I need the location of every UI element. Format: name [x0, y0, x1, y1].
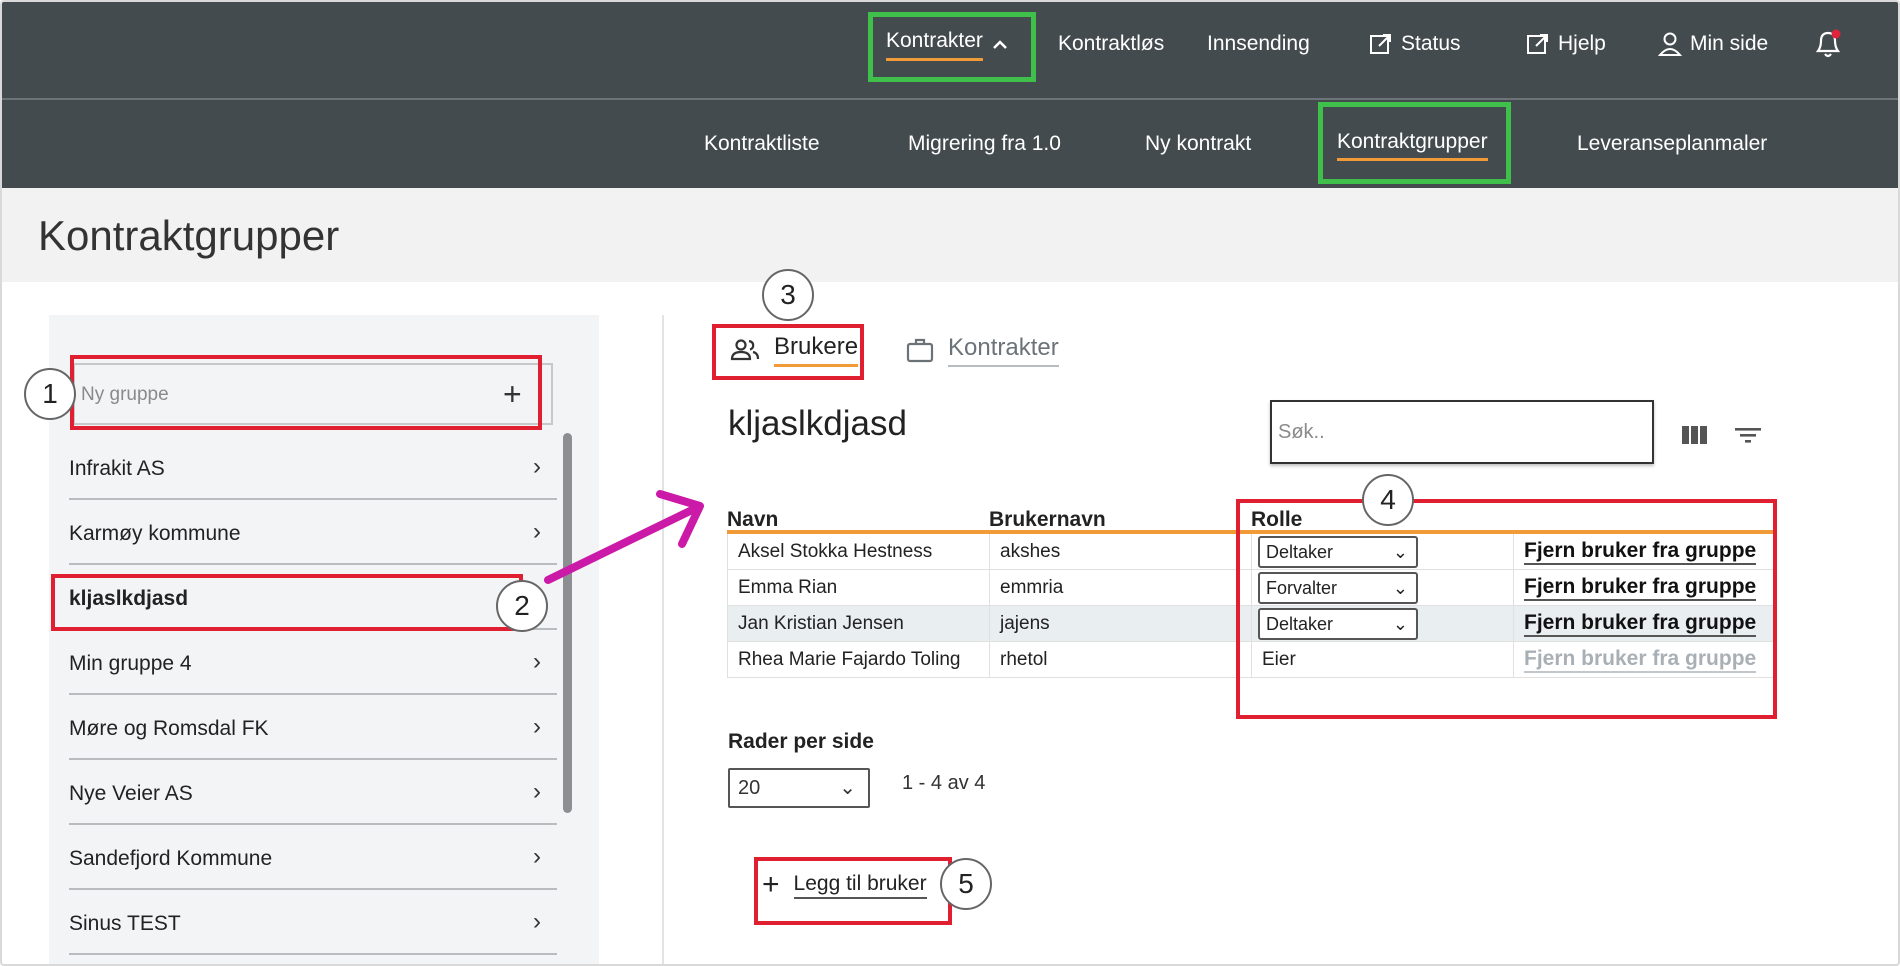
filter-icon[interactable]	[1733, 422, 1763, 448]
group-item[interactable]: Møre og Romsdal FK ›	[69, 695, 557, 760]
search-field	[1270, 400, 1654, 464]
nav-innsending[interactable]: Innsending	[1207, 26, 1310, 62]
cell-username: akshes	[989, 534, 1251, 570]
chevron-right-icon: ›	[533, 713, 541, 740]
group-item[interactable]: Sinus TEST ›	[69, 890, 557, 955]
nav-hjelp-label: Hjelp	[1558, 32, 1606, 55]
columns-icon[interactable]	[1680, 422, 1710, 448]
sub-navigation: Kontraktliste Migrering fra 1.0 Ny kontr…	[2, 100, 1898, 188]
group-item[interactable]: Infrakit AS ›	[69, 435, 557, 500]
bell-icon	[1815, 29, 1841, 58]
page-title: Kontraktgrupper	[38, 212, 340, 259]
group-title: kljaslkdjasd	[728, 404, 907, 443]
highlight-kontraktgrupper	[1318, 102, 1511, 184]
subnav-migrering[interactable]: Migrering fra 1.0	[908, 128, 1061, 160]
group-item-label: Min gruppe 4	[69, 652, 192, 675]
chevron-right-icon: ›	[533, 648, 541, 675]
nav-status-label: Status	[1401, 32, 1461, 55]
cell-username: jajens	[989, 606, 1251, 642]
subnav-leveranseplanmaler[interactable]: Leveranseplanmaler	[1577, 128, 1767, 160]
group-item-label: Sandefjord Kommune	[69, 847, 273, 870]
group-item-label: Infrakit AS	[69, 457, 165, 480]
page-header: Kontraktgrupper	[2, 188, 1898, 282]
tab-kontrakter[interactable]: Kontrakter	[906, 330, 1059, 370]
group-item-label: Nye Veier AS	[69, 782, 193, 805]
chevron-down-icon: ⌄	[839, 777, 856, 799]
pagination-range: 1 - 4 av 4	[902, 772, 986, 794]
highlight-add-user	[754, 857, 952, 925]
annotation-badge-1: 1	[24, 368, 76, 420]
nav-kontraktlos-label: Kontraktløs	[1058, 32, 1165, 55]
group-item[interactable]: Min gruppe 4 ›	[69, 630, 557, 695]
nav-min-side-label: Min side	[1690, 32, 1769, 55]
annotation-badge-3: 3	[762, 269, 814, 321]
app-frame: Kontrakter Kontraktløs Innsending Status…	[0, 0, 1900, 966]
chevron-right-icon: ›	[533, 778, 541, 805]
group-item[interactable]: Karmøy kommune ›	[69, 500, 557, 565]
group-item[interactable]: Sandefjord Kommune ›	[69, 825, 557, 890]
group-item-label: Sinus TEST	[69, 912, 181, 935]
chevron-right-icon: ›	[533, 843, 541, 870]
cell-name: Aksel Stokka Hestness	[727, 534, 989, 570]
column-header-navn[interactable]: Navn	[727, 508, 778, 532]
cell-name: Emma Rian	[727, 570, 989, 606]
highlight-new-group	[70, 355, 542, 430]
cell-username: emmria	[989, 570, 1251, 606]
rows-per-page-label: Rader per side	[728, 730, 874, 753]
tab-kontrakter-label: Kontrakter	[948, 334, 1059, 367]
arrow-annotation	[544, 490, 704, 584]
nav-status[interactable]: Status	[1369, 26, 1461, 62]
notifications-button[interactable]	[1812, 26, 1844, 65]
group-list: Infrakit AS › Karmøy kommune › kljaslkdjas…	[69, 435, 557, 955]
external-link-icon	[1527, 34, 1548, 54]
cell-name: Rhea Marie Fajardo Toling	[727, 642, 989, 678]
external-link-icon	[1370, 34, 1391, 54]
rows-per-page-value: 20	[738, 777, 761, 799]
highlight-kontrakter	[868, 12, 1036, 82]
highlight-brukere-tab	[712, 324, 864, 380]
annotation-badge-2: 2	[496, 580, 548, 632]
annotation-badge-4: 4	[1362, 474, 1414, 526]
chevron-right-icon: ›	[533, 518, 541, 545]
cell-username: rhetol	[989, 642, 1251, 678]
column-header-brukernavn[interactable]: Brukernavn	[989, 508, 1106, 532]
cell-name: Jan Kristian Jensen	[727, 606, 989, 642]
subnav-kontraktliste[interactable]: Kontraktliste	[704, 128, 820, 160]
user-icon	[1658, 32, 1682, 56]
nav-min-side[interactable]: Min side	[1658, 26, 1768, 62]
rows-per-page-select[interactable]: 20 ⌄	[728, 768, 870, 808]
group-item[interactable]: Nye Veier AS ›	[69, 760, 557, 825]
search-input[interactable]	[1278, 414, 1638, 450]
highlight-role-column	[1236, 499, 1777, 719]
briefcase-icon	[906, 338, 934, 363]
annotation-badge-5: 5	[940, 858, 992, 910]
nav-hjelp[interactable]: Hjelp	[1526, 26, 1606, 62]
nav-innsending-label: Innsending	[1207, 32, 1310, 55]
nav-kontraktlos[interactable]: Kontraktløs	[1058, 26, 1164, 62]
group-item-label: Karmøy kommune	[69, 522, 241, 545]
highlight-selected-group	[51, 574, 523, 631]
chevron-right-icon: ›	[533, 453, 541, 480]
content-divider	[662, 315, 664, 964]
subnav-ny-kontrakt[interactable]: Ny kontrakt	[1145, 128, 1251, 160]
group-item-label: Møre og Romsdal FK	[69, 717, 269, 740]
chevron-right-icon: ›	[533, 908, 541, 935]
